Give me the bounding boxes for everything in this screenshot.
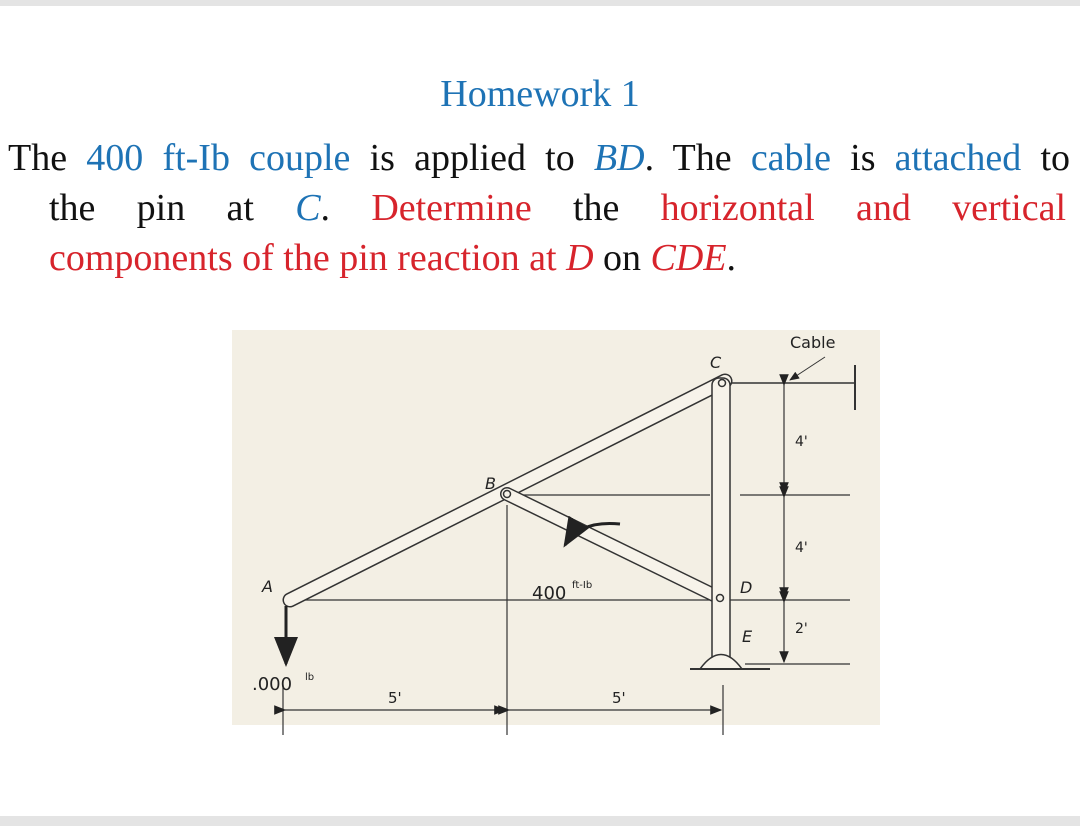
- dim-4ft-lower: 4': [795, 540, 808, 556]
- label-E: E: [742, 627, 753, 646]
- dim-4ft-upper: 4': [795, 434, 808, 450]
- load-value: .000: [252, 674, 292, 695]
- label-A: A: [261, 577, 273, 596]
- member-CDE: [711, 377, 731, 667]
- dim-5ft-left: 5': [388, 689, 402, 707]
- label-B: B: [485, 474, 496, 493]
- label-D: D: [740, 578, 752, 597]
- frame-diagram: A B C D E Cable 400 ft-Ib .000 lb 4' 4' …: [232, 330, 880, 735]
- couple-value: 400: [532, 583, 566, 604]
- couple-unit: ft-Ib: [572, 580, 592, 591]
- bottom-bar: [0, 816, 1080, 826]
- label-C: C: [710, 353, 722, 372]
- dim-2ft: 2': [795, 621, 808, 637]
- cable-label: Cable: [790, 333, 835, 352]
- load-unit: lb: [305, 672, 314, 683]
- diagram-background: [232, 330, 880, 725]
- dim-5ft-right: 5': [612, 689, 626, 707]
